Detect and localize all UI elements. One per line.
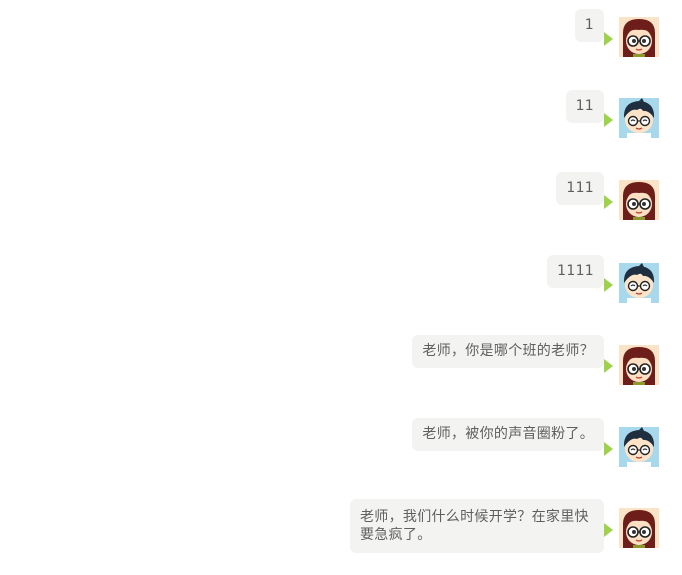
bubble-pointer xyxy=(604,195,613,209)
bubble-pointer xyxy=(604,359,613,373)
chat-message: 1 xyxy=(0,9,682,77)
girl-avatar-icon[interactable] xyxy=(619,17,659,57)
bubble-pointer xyxy=(604,32,613,46)
chat-message: 老师，我们什么时候开学？在家里快要急疯了。 xyxy=(0,499,682,568)
message-bubble[interactable]: 1111 xyxy=(547,255,604,288)
message-bubble[interactable]: 11 xyxy=(565,90,604,123)
message-bubble[interactable]: 1 xyxy=(574,9,604,42)
bubble-pointer xyxy=(604,442,613,456)
girl-avatar-icon[interactable] xyxy=(619,508,659,548)
bubble-pointer xyxy=(604,278,613,292)
girl-avatar-icon[interactable] xyxy=(619,180,659,220)
message-bubble[interactable]: 老师，你是哪个班的老师？ xyxy=(412,335,604,368)
message-bubble[interactable]: 老师，被你的声音圈粉了。 xyxy=(412,418,604,451)
message-bubble[interactable]: 111 xyxy=(556,172,604,205)
chat-message: 111 xyxy=(0,172,682,240)
chat-message: 老师，被你的声音圈粉了。 xyxy=(0,418,682,487)
boy-avatar-icon[interactable] xyxy=(619,427,659,467)
chat-message: 老师，你是哪个班的老师？ xyxy=(0,335,682,405)
chat-message-list: 1 11 111 1111 老师，你是哪个班的老师？ 老师，被你的声音圈粉了。 … xyxy=(0,0,682,575)
bubble-pointer xyxy=(604,523,613,537)
chat-message: 1111 xyxy=(0,255,682,323)
boy-avatar-icon[interactable] xyxy=(619,263,659,303)
chat-message: 11 xyxy=(0,90,682,158)
message-bubble[interactable]: 老师，我们什么时候开学？在家里快要急疯了。 xyxy=(350,499,604,553)
girl-avatar-icon[interactable] xyxy=(619,345,659,385)
boy-avatar-icon[interactable] xyxy=(619,98,659,138)
bubble-pointer xyxy=(604,113,613,127)
